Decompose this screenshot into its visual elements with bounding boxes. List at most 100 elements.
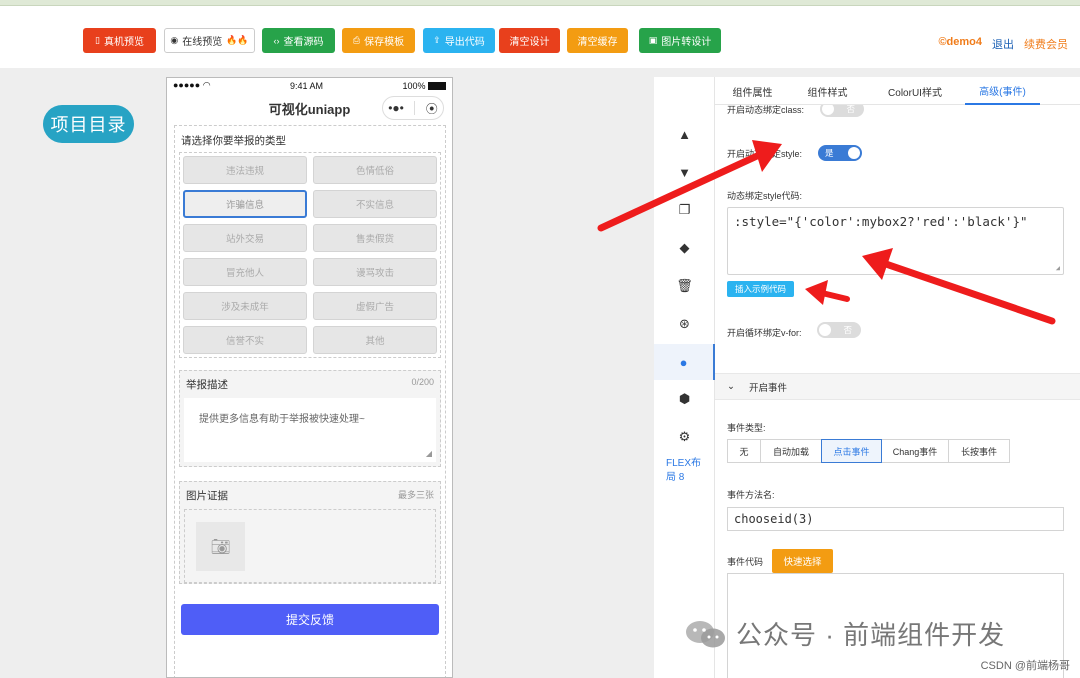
logout-link[interactable]: 退出 — [992, 36, 1014, 52]
save-icon: ⎙ — [352, 35, 361, 45]
dyn-style-toggle[interactable]: 是 — [818, 145, 862, 161]
report-type-option[interactable]: 涉及未成年 — [183, 292, 307, 320]
description-box: 举报描述 0/200 提供更多信息有助于举报被快速处理~ ◢ — [179, 370, 441, 467]
camera-icon: 📷︎ — [210, 538, 231, 556]
nav-bar: 可视化uniapp •●• ⦿ — [167, 93, 452, 123]
fire-icon: 🔥🔥 — [226, 35, 249, 45]
renew-link[interactable]: 续费会员 — [1024, 36, 1068, 52]
report-type-option[interactable]: 冒充他人 — [183, 258, 307, 286]
tab-component-style[interactable]: 组件样式 — [790, 77, 865, 105]
report-type-option[interactable]: 其他 — [313, 326, 437, 354]
report-type-label: 请选择你要举报的类型 — [181, 135, 286, 147]
top-toolbar: ▯ 真机预览 ◉ 在线预览 🔥🔥 ‹› 查看源码 ⎙ 保存模板 ⇪ 导出代码 清空设计 清空… — [0, 6, 1080, 68]
arrow-down-icon[interactable]: ▼ — [654, 156, 715, 188]
description-placeholder: 提供更多信息有助于举报被快速处理~ — [199, 414, 365, 425]
battery-icon — [428, 82, 446, 91]
report-type-option[interactable]: 谩骂攻击 — [313, 258, 437, 286]
property-panel: ▲ ▼ ❐ ◆ 🗑︎ ⊛ ● ⬢ ⚙ FLEX布局 8 组件属性 组件样式 Co… — [654, 77, 1080, 678]
event-type-longpress[interactable]: 长按事件 — [948, 439, 1010, 463]
page-body: 请选择你要举报的类型 违法违规 色情低俗 诈骗信息 不实信息 站外交易 售卖假货 冒充他人谩… — [174, 125, 446, 677]
report-type-option[interactable]: 诈骗信息 — [183, 190, 307, 218]
method-name-input[interactable]: chooseid(3) — [727, 507, 1064, 531]
close-target-icon[interactable]: ⦿ — [426, 100, 438, 117]
submit-feedback-button[interactable]: 提交反馈 — [181, 604, 439, 635]
image-evidence-box: 图片证据 最多三张 📷︎ — [179, 481, 441, 584]
camera-upload-button[interactable]: 📷︎ — [196, 522, 245, 571]
report-type-option[interactable]: 不实信息 — [313, 190, 437, 218]
dyn-style-label: 开启动态绑定style: — [727, 149, 803, 159]
event-type-change[interactable]: Chang事件 — [881, 439, 949, 463]
username[interactable]: ©demo4 — [938, 36, 982, 52]
report-type-option[interactable]: 色情低俗 — [313, 156, 437, 184]
report-type-option[interactable]: 虚假广告 — [313, 292, 437, 320]
phone-preview: ●●●●● ◠ 9:41 AM 100% 可视化uniapp •●• ⦿ 请选择… — [166, 77, 453, 678]
report-type-option[interactable]: 站外交易 — [183, 224, 307, 252]
wechat-watermark: 公众号 · 前端组件开发 — [684, 615, 1005, 652]
dyn-class-toggle[interactable]: 否 — [820, 105, 864, 117]
chevron-down-icon: ⌄ — [727, 381, 735, 392]
style-code-value: :style="{'color':mybox2?'red':'black'}" — [734, 214, 1028, 229]
tab-advanced-events[interactable]: 高级(事件) — [965, 77, 1040, 105]
copy-icon[interactable]: ❐ — [654, 194, 715, 226]
status-time: 9:41 AM — [289, 80, 324, 91]
resize-handle-icon[interactable]: ◢ — [426, 449, 432, 458]
project-catalog-button[interactable]: 项目目录 — [43, 105, 134, 143]
view-source-button[interactable]: ‹› 查看源码 — [262, 28, 335, 53]
export-code-button[interactable]: ⇪ 导出代码 — [423, 28, 495, 53]
clear-design-button[interactable]: 清空设计 — [499, 28, 560, 53]
event-type-none[interactable]: 无 — [727, 439, 761, 463]
report-type-option[interactable]: 信誉不实 — [183, 326, 307, 354]
image-to-design-button[interactable]: ▣ 图片转设计 — [639, 28, 721, 53]
phone-icon: ▯ — [95, 35, 100, 45]
event-section-header[interactable]: ⌄ 开启事件 — [715, 373, 1080, 400]
image-upload-area: 📷︎ — [184, 509, 436, 583]
vfor-label: 开启循环绑定v-for: — [727, 328, 802, 338]
status-bar: ●●●●● ◠ 9:41 AM 100% — [167, 78, 452, 93]
page-title: 可视化uniapp — [268, 101, 351, 117]
tab-component-props[interactable]: 组件属性 — [715, 77, 790, 105]
flex-layout-label[interactable]: FLEX布局 8 — [666, 457, 708, 485]
insert-example-button[interactable]: 插入示例代码 — [727, 281, 794, 297]
clock-icon[interactable]: ● — [654, 344, 715, 380]
quick-select-button[interactable]: 快速选择 — [772, 549, 833, 573]
resize-handle-icon[interactable]: ◢ — [1056, 264, 1060, 272]
property-tabs: 组件属性 组件样式 ColorUI样式 高级(事件) — [715, 77, 1080, 105]
report-type-option[interactable]: 违法违规 — [183, 156, 307, 184]
aperture-icon[interactable]: ⊛ — [654, 308, 715, 340]
vfor-toggle[interactable]: 否 — [817, 322, 861, 338]
capsule-divider — [414, 101, 416, 115]
angular-icon[interactable]: ⬢ — [654, 383, 715, 415]
description-header: 举报描述 0/200 — [184, 375, 436, 398]
dyn-class-label: 开启动态绑定class: — [727, 105, 805, 115]
device-preview-button[interactable]: ▯ 真机预览 — [83, 28, 156, 53]
arrow-up-icon[interactable]: ▲ — [654, 118, 715, 150]
report-type-option[interactable]: 售卖假货 — [313, 224, 437, 252]
tool-sidebar: ▲ ▼ ❐ ◆ 🗑︎ ⊛ ● ⬢ ⚙ FLEX布局 8 — [654, 77, 715, 678]
style-code-label: 动态绑定style代码: — [727, 191, 803, 201]
description-textarea[interactable]: 提供更多信息有助于举报被快速处理~ ◢ — [184, 398, 436, 462]
trash-icon[interactable]: 🗑︎ — [654, 270, 715, 302]
event-code-label: 事件代码 — [727, 557, 764, 567]
report-type-grid: 违法违规 色情低俗 诈骗信息 不实信息 站外交易 售卖假货 冒充他人 谩骂攻击 涉及未成年 虚假广… — [179, 152, 441, 358]
tab-colorui-style[interactable]: ColorUI样式 — [865, 77, 965, 105]
gear-icon[interactable]: ⚙ — [654, 421, 715, 453]
watermark-text: 公众号 · 前端组件开发 — [736, 620, 1006, 650]
clear-cache-button[interactable]: 清空缓存 — [567, 28, 628, 53]
event-type-label: 事件类型: — [727, 423, 766, 433]
online-preview-button[interactable]: ◉ 在线预览 🔥🔥 — [164, 28, 255, 53]
wechat-logo-icon — [686, 620, 725, 647]
signal-indicator: ●●●●● ◠ — [173, 80, 211, 90]
more-icon[interactable]: •●• — [388, 101, 404, 115]
image-icon: ▣ — [648, 35, 658, 45]
event-type-click[interactable]: 点击事件 — [821, 439, 882, 463]
store-icon[interactable]: ◆ — [654, 232, 715, 264]
char-count: 0/200 — [411, 377, 434, 387]
event-type-autoload[interactable]: 自动加载 — [760, 439, 822, 463]
image-evidence-label: 图片证据 — [186, 490, 228, 502]
image-limit: 最多三张 — [397, 490, 434, 500]
event-section-title: 开启事件 — [748, 382, 787, 394]
style-code-textarea[interactable]: :style="{'color':mybox2?'red':'black'}" … — [727, 207, 1064, 275]
code-icon: ‹› — [273, 35, 280, 46]
save-template-button[interactable]: ⎙ 保存模板 — [342, 28, 415, 53]
image-evidence-header: 图片证据 最多三张 — [184, 486, 436, 509]
